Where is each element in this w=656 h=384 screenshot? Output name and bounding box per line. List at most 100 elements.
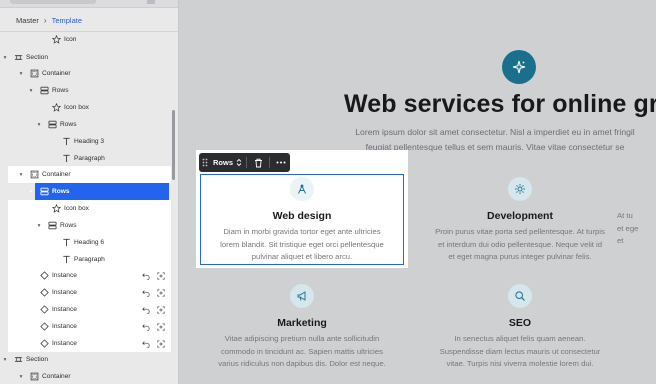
detach-icon[interactable] [157, 288, 165, 297]
container-icon [30, 69, 39, 78]
layer-row-section[interactable]: ▾ Section [4, 351, 171, 368]
card-text-line: lorem blandit. Sit tristique eget orci p… [220, 239, 384, 249]
layer-label: Paragraph [74, 256, 105, 263]
layer-row-section[interactable]: ▾ Section [4, 49, 171, 66]
layer-row-instance[interactable]: Instance [8, 301, 171, 318]
chevron-down-icon[interactable]: ▾ [36, 223, 42, 229]
breadcrumb-template[interactable]: Template [52, 16, 82, 25]
chevron-right-icon: › [43, 15, 47, 25]
layer-row-container[interactable]: ▾ Container [8, 166, 171, 183]
chevron-down-icon[interactable]: ▾ [18, 172, 24, 178]
instance-icon [40, 305, 49, 314]
card-text-line: vitae. Turpis nisi viverra molestie lore… [446, 359, 594, 368]
layer-row-paragraph[interactable]: Paragraph [8, 251, 171, 268]
layer-label: Rows [60, 222, 77, 229]
card-text-line: Vitae adipiscing pretium nulla ante soll… [224, 334, 380, 343]
breadcrumb-master[interactable]: Master [16, 16, 39, 25]
card-text: Diam in morbi gravida tortor eget ante u… [202, 226, 402, 264]
instance-icon [40, 339, 49, 348]
chevron-down-icon[interactable]: ▾ [28, 88, 34, 94]
megaphone-icon [290, 284, 314, 308]
rows-icon [48, 120, 57, 129]
service-card[interactable]: At tu et ege et [617, 177, 656, 248]
undo-icon[interactable] [142, 306, 150, 314]
card-text-line: et ege [617, 223, 639, 233]
service-card[interactable]: Marketing Vitae adipiscing pretium nulla … [202, 284, 402, 371]
layer-row-heading-6[interactable]: Heading 6 [8, 234, 171, 251]
card-title: Web design [272, 210, 332, 222]
chevron-down-icon[interactable]: ▾ [18, 71, 24, 77]
undo-icon[interactable] [142, 340, 150, 348]
text-icon [62, 238, 71, 247]
chevron-down-icon[interactable]: ▾ [28, 189, 34, 195]
service-card-selected[interactable]: Web design Diam in morbi gravida tortor e… [202, 177, 402, 264]
toolbar-element-name[interactable]: Rows [213, 158, 233, 167]
chevron-down-icon[interactable]: ▾ [2, 55, 8, 61]
layer-row-instance[interactable]: Instance [8, 284, 171, 301]
rows-icon [40, 187, 49, 196]
layer-label: Instance [52, 323, 77, 330]
layer-label: Heading 3 [74, 138, 105, 145]
layer-row-icon-box[interactable]: Icon box [8, 99, 171, 116]
card-text-line: In senectus aliquet felis quam aenean. [454, 334, 586, 343]
star-icon [52, 103, 61, 112]
star-icon [52, 204, 61, 213]
layer-label: Paragraph [74, 155, 105, 162]
container-icon [30, 170, 39, 179]
layer-label: Icon box [64, 205, 89, 212]
chevron-down-icon[interactable]: ▾ [2, 357, 8, 363]
layer-label: Rows [60, 121, 77, 128]
layer-row-rows[interactable]: ▾ Rows [8, 82, 171, 99]
instance-icon [40, 271, 49, 280]
service-card[interactable]: SEO In senectus aliquet felis quam aenean… [420, 284, 620, 371]
detach-icon[interactable] [157, 305, 165, 314]
search-icon [508, 284, 532, 308]
layer-row-instance[interactable]: Instance [8, 318, 171, 335]
card-text: At tu et ege et [617, 210, 656, 248]
instance-icon [40, 288, 49, 297]
service-card[interactable]: Development Proin purus vitae porta sed p… [420, 177, 620, 264]
layer-row-instance[interactable]: Instance [8, 267, 171, 284]
layer-row-rows[interactable]: ▾ Rows [8, 217, 171, 234]
layer-label: Container [42, 70, 71, 77]
card-title: SEO [508, 317, 532, 329]
layer-label: Instance [52, 289, 77, 296]
delete-icon[interactable] [251, 156, 265, 170]
card-text-line: et eget magna purus integer pulvinar fel… [448, 252, 592, 261]
drag-handle-icon[interactable] [199, 158, 211, 167]
chevron-updown-icon[interactable] [236, 158, 242, 167]
layer-row-paragraph[interactable]: Paragraph [8, 150, 171, 167]
chevron-down-icon[interactable]: ▾ [36, 122, 42, 128]
layer-row-container[interactable]: ▾ Container [8, 65, 171, 82]
undo-icon[interactable] [142, 272, 150, 280]
sparkle-icon [502, 50, 536, 84]
star-icon [52, 35, 61, 44]
chevron-down-icon[interactable]: ▾ [18, 374, 24, 380]
layer-row-icon-box[interactable]: Icon box [8, 200, 171, 217]
navigator-panel: Master › Template Icon ▾ Section ▾ Container… [0, 0, 179, 384]
gear-icon [508, 177, 532, 201]
layer-row-heading-3[interactable]: Heading 3 [8, 133, 171, 150]
navigator-scrollbar[interactable] [172, 110, 175, 180]
card-text-line: At tu [617, 211, 633, 220]
layer-row-container[interactable]: ▾ Container [8, 368, 171, 384]
layer-row-rows[interactable]: ▾ Rows [30, 183, 169, 200]
detach-icon[interactable] [157, 322, 165, 331]
text-icon [62, 137, 71, 146]
layer-label: Section [26, 54, 48, 61]
layer-row-instance[interactable]: Instance [8, 335, 171, 352]
breadcrumb: Master › Template [16, 14, 82, 26]
layer-label: Section [26, 356, 48, 363]
more-options-icon[interactable] [274, 156, 288, 170]
detach-icon[interactable] [157, 339, 165, 348]
layer-label: Heading 6 [74, 239, 105, 246]
card-text-line: pulvinar aliquet et libero arcu. [251, 252, 353, 261]
undo-icon[interactable] [142, 323, 150, 331]
undo-icon[interactable] [142, 289, 150, 297]
card-text: Proin purus vitae porta sed pellentesque… [420, 226, 620, 264]
detach-icon[interactable] [157, 271, 165, 280]
layer-row-icon[interactable]: Icon [8, 31, 171, 48]
compass-icon [290, 177, 314, 201]
layer-row-rows[interactable]: ▾ Rows [8, 116, 171, 133]
layer-label: Icon [64, 36, 77, 43]
